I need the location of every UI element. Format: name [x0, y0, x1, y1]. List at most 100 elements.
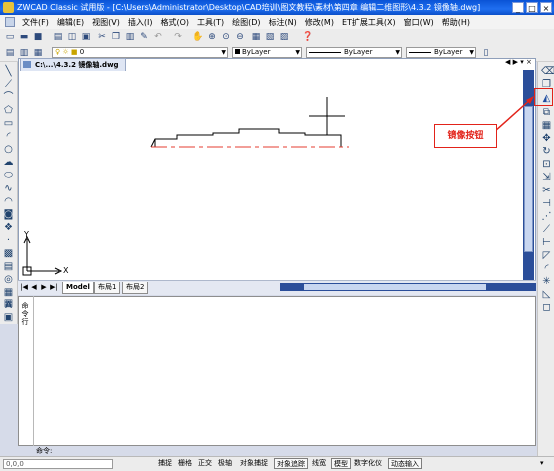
paste-icon[interactable]: ▥ [124, 31, 136, 43]
color-dropdown[interactable]: ByLayer ▼ [232, 47, 302, 58]
polar-toggle[interactable]: 极轴 [216, 458, 234, 469]
construction-line-icon[interactable]: ⟋ [3, 79, 14, 90]
lengthen-icon[interactable]: ◺ [541, 289, 552, 300]
cut-icon[interactable]: ✂ [96, 31, 108, 43]
menu-modify[interactable]: 修改(M) [301, 17, 338, 28]
pan-icon[interactable]: ✋ [192, 31, 204, 43]
rotate-icon[interactable]: ↻ [541, 146, 552, 157]
copy-icon[interactable]: ❐ [110, 31, 122, 43]
menu-tools[interactable]: 工具(T) [193, 17, 228, 28]
document-tab[interactable]: C:\...\4.3.2 镜像轴.dwg [20, 58, 126, 71]
make-block-icon[interactable]: ❖ [3, 222, 14, 233]
minimize-button[interactable]: _ [512, 2, 524, 13]
dynamic-input-toggle[interactable]: 动态输入 [388, 458, 422, 469]
menu-insert[interactable]: 插入(I) [124, 17, 157, 28]
layer-dropdown[interactable]: ♀ ☼ ■ 0 ▼ [52, 47, 228, 58]
erase-icon[interactable]: ⌫ [541, 66, 554, 77]
extend-icon[interactable]: ⊣ [541, 198, 552, 209]
join-icon[interactable]: ⊢ [541, 237, 552, 248]
menu-view[interactable]: 视图(V) [88, 17, 124, 28]
cloud-icon[interactable]: ☁ [3, 157, 14, 168]
grid-toggle[interactable]: 栅格 [176, 458, 194, 469]
next-tab-icon[interactable]: ▶ [40, 283, 48, 292]
table-icon[interactable]: ▦ [3, 287, 14, 298]
publish-icon[interactable]: ▣ [80, 31, 92, 43]
polygon-icon[interactable]: ⬠ [3, 105, 14, 116]
polyline-icon[interactable]: ⌒ [3, 92, 14, 103]
linetype-dropdown[interactable]: ByLayer ▼ [306, 47, 402, 58]
close-button[interactable]: × [540, 2, 552, 13]
doc-window-controls[interactable]: ◀ ▶ ▾ × [505, 58, 532, 66]
rectangle-icon[interactable]: ▭ [3, 118, 14, 129]
horizontal-scrollbar[interactable] [280, 283, 536, 291]
tablet-toggle[interactable]: 数字化仪 [352, 458, 384, 469]
model-toggle[interactable]: 模型 [331, 458, 351, 469]
status-tray-icon[interactable]: ▾ [538, 458, 546, 469]
tool-palette-icon[interactable]: ▨ [278, 31, 290, 43]
ellipse-arc-icon[interactable]: ◠ [3, 196, 14, 207]
calculator-icon[interactable]: ▣ [3, 312, 14, 323]
properties-icon[interactable]: ▦ [250, 31, 262, 43]
snap-toggle[interactable]: 捕捉 [156, 458, 174, 469]
layer-manager-icon[interactable]: ▤ [4, 47, 16, 59]
zoom-previous-icon[interactable]: ⊖ [234, 31, 246, 43]
point-icon[interactable]: · [3, 235, 14, 246]
break-icon[interactable]: ⟋ [541, 224, 552, 235]
tab-layout1[interactable]: 布局1 [94, 282, 121, 294]
print-preview-icon[interactable]: ◫ [66, 31, 78, 43]
chamfer-icon[interactable]: ◸ [541, 250, 552, 261]
fillet-icon[interactable]: ◜ [541, 263, 552, 274]
drawing-window[interactable]: Y X [18, 58, 536, 294]
table-tool-icon[interactable]: ▦ [3, 298, 14, 309]
document-menu-icon[interactable] [5, 17, 15, 27]
match-properties-icon[interactable]: ✎ [138, 31, 150, 43]
move-icon[interactable]: ✥ [541, 133, 552, 144]
zoom-realtime-icon[interactable]: ⊕ [206, 31, 218, 43]
line-icon[interactable]: ╲ [3, 66, 14, 77]
lineweight-toggle[interactable]: 线宽 [310, 458, 328, 469]
stretch-icon[interactable]: ⇲ [541, 172, 552, 183]
trim-icon[interactable]: ✂ [541, 185, 552, 196]
array-icon[interactable]: ▦ [541, 120, 552, 131]
insert-block-icon[interactable]: ◙ [3, 209, 14, 220]
ellipse-icon[interactable]: ⬭ [3, 170, 14, 181]
tab-layout2[interactable]: 布局2 [122, 282, 149, 294]
spline-icon[interactable]: ∿ [3, 183, 14, 194]
command-window[interactable] [18, 296, 536, 446]
zoom-window-icon[interactable]: ⊙ [220, 31, 232, 43]
hatch-icon[interactable]: ▩ [3, 248, 14, 259]
open-folder-icon[interactable]: ▬ [18, 31, 30, 43]
command-prompt[interactable]: 命令: [36, 446, 52, 456]
first-tab-icon[interactable]: |◀ [20, 283, 28, 292]
arc-icon[interactable]: ◜ [3, 131, 14, 142]
offset-icon[interactable]: ⧉ [541, 107, 552, 118]
menu-dimension[interactable]: 标注(N) [265, 17, 301, 28]
gradient-icon[interactable]: ▤ [3, 261, 14, 272]
last-tab-icon[interactable]: ▶| [50, 283, 58, 292]
undo-icon[interactable]: ↶ [152, 31, 164, 43]
print-icon[interactable]: ▤ [52, 31, 64, 43]
menu-format[interactable]: 格式(O) [156, 17, 193, 28]
horizontal-scroll-thumb[interactable] [304, 284, 486, 290]
drawing-canvas[interactable]: Y X [19, 59, 535, 293]
edit-polyline-icon[interactable]: ◻ [541, 302, 552, 313]
lineweight-dropdown[interactable]: ByLayer ▼ [406, 47, 476, 58]
prev-tab-icon[interactable]: ◀ [30, 283, 38, 292]
ortho-toggle[interactable]: 正交 [196, 458, 214, 469]
break-at-point-icon[interactable]: ⋰ [541, 211, 552, 222]
redo-icon[interactable]: ↷ [172, 31, 184, 43]
menu-window[interactable]: 窗口(W) [400, 17, 438, 28]
design-center-icon[interactable]: ▧ [264, 31, 276, 43]
otrack-toggle[interactable]: 对象追踪 [274, 458, 308, 469]
menu-draw[interactable]: 绘图(D) [228, 17, 264, 28]
maximize-button[interactable]: □ [526, 2, 538, 13]
explode-icon[interactable]: ✳ [541, 276, 552, 287]
tab-model[interactable]: Model [62, 282, 94, 294]
menu-edit[interactable]: 编辑(E) [53, 17, 88, 28]
scale-icon[interactable]: ⊡ [541, 159, 552, 170]
menu-help[interactable]: 帮助(H) [438, 17, 474, 28]
circle-icon[interactable]: ○ [3, 144, 14, 155]
help-icon[interactable]: ❓ [302, 31, 314, 43]
menu-file[interactable]: 文件(F) [18, 17, 53, 28]
menu-et-tools[interactable]: ET扩展工具(X) [338, 17, 400, 28]
